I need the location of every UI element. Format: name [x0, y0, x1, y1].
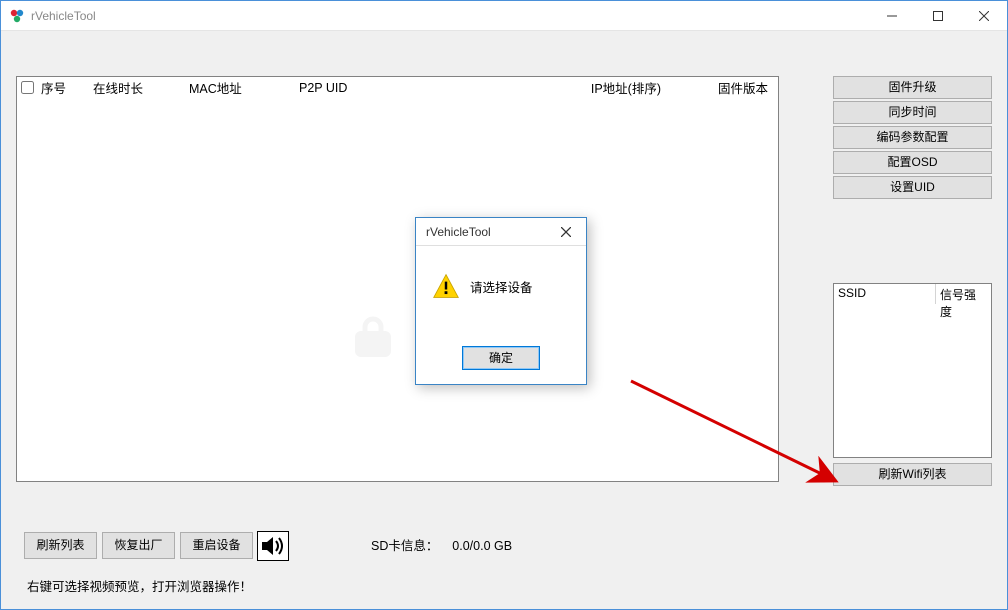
warning-icon	[432, 272, 460, 300]
col-ip[interactable]: IP地址(排序)	[505, 77, 665, 99]
window-controls	[869, 1, 1007, 30]
wifi-col-ssid[interactable]: SSID	[834, 284, 935, 304]
refresh-wifi-button[interactable]: 刷新Wifi列表	[833, 463, 992, 486]
modal-dialog: rVehicleTool 请选择设备 确定	[415, 217, 587, 385]
modal-title-text: rVehicleTool	[426, 225, 491, 239]
grid-header: 序号 在线时长 MAC地址 P2P UID IP地址(排序) 固件版本	[17, 77, 778, 99]
firmware-upgrade-button[interactable]: 固件升级	[833, 76, 992, 99]
modal-close-button[interactable]	[552, 222, 580, 242]
sd-info: SD卡信息： 0.0/0.0 GB	[371, 535, 512, 554]
close-icon	[561, 227, 571, 237]
set-uid-button[interactable]: 设置UID	[833, 176, 992, 199]
speaker-toggle[interactable]	[257, 531, 289, 561]
modal-ok-button[interactable]: 确定	[462, 346, 540, 370]
window-title: rVehicleTool	[31, 9, 96, 23]
select-all-checkbox[interactable]	[21, 81, 34, 94]
sd-label: SD卡信息：	[371, 539, 438, 553]
factory-reset-button[interactable]: 恢复出厂	[102, 532, 175, 559]
device-grid[interactable]: 序号 在线时长 MAC地址 P2P UID IP地址(排序) 固件版本	[16, 76, 779, 482]
wifi-panel: SSID 信号强度	[833, 283, 992, 458]
wifi-header: SSID 信号强度	[834, 284, 991, 304]
minimize-button[interactable]	[869, 1, 915, 31]
modal-message: 请选择设备	[470, 277, 533, 296]
close-button[interactable]	[961, 1, 1007, 31]
speaker-icon	[260, 534, 286, 558]
refresh-list-button[interactable]: 刷新列表	[24, 532, 97, 559]
col-mac[interactable]: MAC地址	[185, 77, 295, 99]
encode-config-button[interactable]: 编码参数配置	[833, 126, 992, 149]
col-p2p-uid[interactable]: P2P UID	[295, 77, 505, 99]
hint-text: 右键可选择视频预览，打开浏览器操作！	[27, 576, 252, 595]
maximize-button[interactable]	[915, 1, 961, 31]
osd-config-button[interactable]: 配置OSD	[833, 151, 992, 174]
app-icon	[9, 8, 25, 24]
titlebar: rVehicleTool	[1, 1, 1007, 31]
col-fw[interactable]: 固件版本	[665, 77, 778, 99]
col-index[interactable]: 序号	[37, 77, 89, 99]
sync-time-button[interactable]: 同步时间	[833, 101, 992, 124]
content-area: 序号 在线时长 MAC地址 P2P UID IP地址(排序) 固件版本 固件升级…	[1, 31, 1007, 609]
select-all-cell[interactable]	[17, 77, 37, 99]
sd-value: 0.0/0.0 GB	[452, 539, 512, 553]
modal-titlebar: rVehicleTool	[416, 218, 586, 246]
reboot-button[interactable]: 重启设备	[180, 532, 253, 559]
col-online[interactable]: 在线时长	[89, 77, 185, 99]
wifi-col-signal[interactable]: 信号强度	[935, 284, 991, 304]
